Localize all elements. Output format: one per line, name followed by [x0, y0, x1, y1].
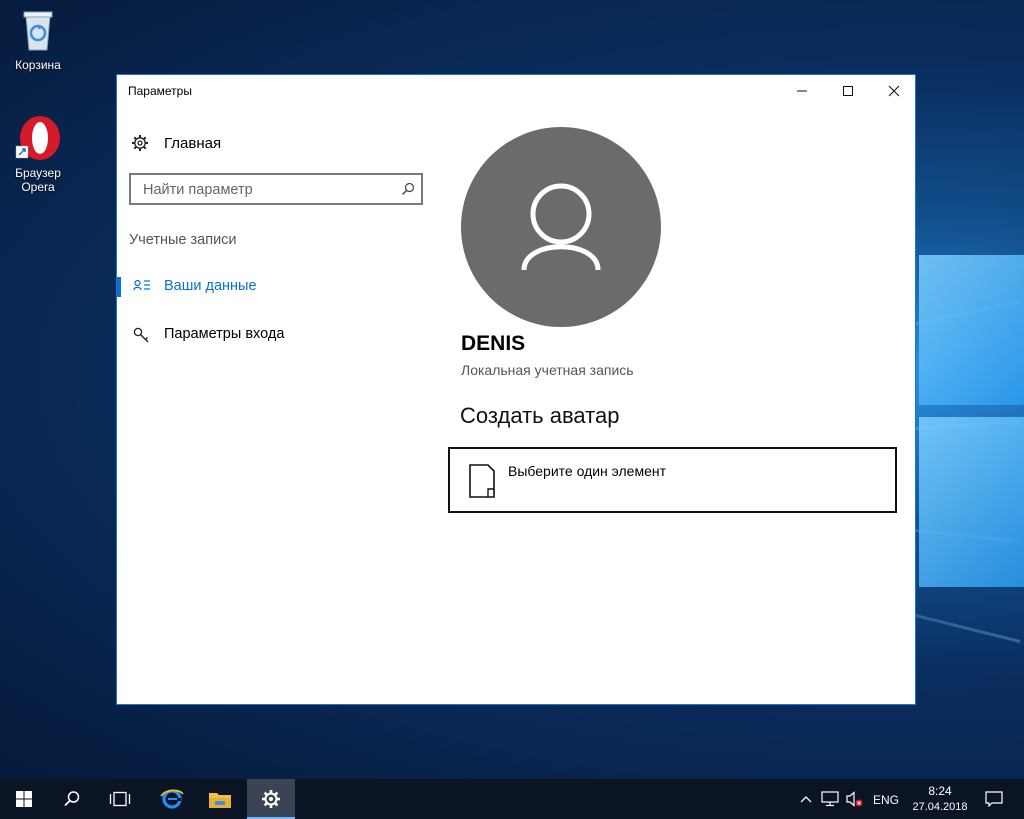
- selected-indicator: [117, 277, 121, 297]
- taskbar: ENG 8:24 27.04.2018: [0, 779, 1024, 819]
- file-explorer-button[interactable]: [196, 779, 244, 819]
- user-name: DENIS: [461, 332, 526, 355]
- sidebar-item-your-info[interactable]: Ваши данные: [117, 273, 417, 301]
- edge-icon: [160, 789, 184, 809]
- opera-icon: [14, 114, 62, 162]
- network-button[interactable]: [818, 779, 842, 819]
- start-icon: [16, 791, 32, 807]
- start-button[interactable]: [0, 779, 48, 819]
- desktop-icon-opera[interactable]: Браузер Opera: [0, 114, 76, 194]
- search-icon[interactable]: [401, 182, 415, 196]
- sidebar-item-label: Параметры входа: [164, 326, 285, 342]
- volume-button[interactable]: [842, 779, 866, 819]
- nav-home[interactable]: Главная: [131, 133, 221, 153]
- create-avatar-heading: Создать аватар: [460, 403, 620, 428]
- browse-button[interactable]: Выберите один элемент: [448, 447, 897, 513]
- account-type: Локальная учетная запись: [461, 362, 634, 378]
- close-icon: [888, 85, 900, 97]
- minimize-icon: [797, 90, 807, 92]
- file-explorer-icon: [209, 793, 231, 808]
- clock-time[interactable]: 8:24: [922, 784, 958, 798]
- recycle-bin-label: Корзина: [15, 58, 61, 72]
- task-view-icon: [109, 791, 131, 807]
- document-icon: [469, 464, 495, 498]
- desktop-icon-recycle-bin[interactable]: Корзина: [0, 6, 76, 72]
- chevron-up-icon: [800, 796, 812, 803]
- sidebar-item-label: Ваши данные: [164, 278, 257, 294]
- recycle-bin-icon: [14, 6, 62, 54]
- taskbar-search-button[interactable]: [48, 779, 96, 819]
- maximize-button[interactable]: [825, 75, 871, 107]
- task-view-button[interactable]: [96, 779, 144, 819]
- avatar: [461, 127, 661, 327]
- notification-icon: [985, 791, 1003, 807]
- windows-logo-wallpaper: [905, 255, 1024, 595]
- minimize-button[interactable]: [779, 75, 825, 107]
- nav-home-label: Главная: [164, 134, 222, 152]
- opera-label-line1: Браузер: [15, 166, 61, 180]
- gear-icon: [132, 135, 148, 151]
- title-bar[interactable]: Параметры: [117, 75, 915, 107]
- clock-date[interactable]: 27.04.2018: [906, 801, 974, 813]
- edge-button[interactable]: [148, 779, 196, 819]
- language-indicator[interactable]: ENG: [873, 793, 899, 807]
- browse-button-label: Выберите один элемент: [508, 463, 667, 479]
- action-center-button[interactable]: [974, 779, 1014, 819]
- search-input[interactable]: Найти параметр: [129, 173, 423, 205]
- volume-muted-icon: [846, 791, 863, 807]
- opera-label-line2: Opera: [21, 180, 55, 194]
- settings-window: Параметры Главная Найти параметр Учетные…: [116, 74, 916, 705]
- close-button[interactable]: [871, 75, 917, 107]
- person-list-icon: [133, 279, 150, 291]
- person-icon: [521, 183, 601, 271]
- key-icon: [133, 327, 149, 343]
- show-hidden-icons-button[interactable]: [794, 779, 818, 819]
- search-icon: [64, 791, 80, 807]
- settings-taskbar-button[interactable]: [247, 779, 295, 819]
- network-icon: [821, 791, 839, 807]
- window-title: Параметры: [128, 84, 192, 98]
- settings-icon: [262, 790, 280, 808]
- sidebar-item-sign-in-options[interactable]: Параметры входа: [117, 321, 417, 349]
- maximize-icon: [843, 86, 853, 96]
- section-header: Учетные записи: [129, 232, 237, 248]
- search-placeholder: Найти параметр: [143, 182, 253, 198]
